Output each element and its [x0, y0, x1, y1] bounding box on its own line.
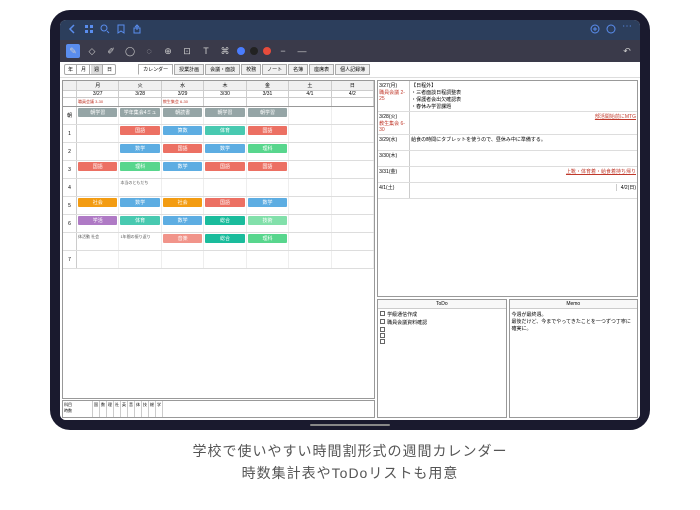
daily-list[interactable]: 3/27(月)職員会議 2-25【日程外】・三者面談日程調整表・保護者会出欠確認…	[377, 80, 638, 297]
color-blue[interactable]	[237, 47, 245, 55]
home-indicator[interactable]	[310, 424, 390, 426]
camera-tool[interactable]: ⊡	[180, 44, 194, 58]
settings-icon[interactable]	[606, 21, 616, 39]
view-switcher: 年月週日	[64, 64, 116, 75]
tablet-frame: ⋯ ✎ ◇ ✐ ◯ ◌ ⊕ ⊡ T ⌘ − — ↶ 年月週日 カレンダー授業計画…	[50, 10, 650, 430]
checkbox[interactable]	[380, 319, 385, 324]
back-icon[interactable]	[68, 21, 78, 39]
link-tool[interactable]: ⌘	[218, 44, 232, 58]
stats-table: 科目時数国数理社英音体技総学	[62, 400, 375, 418]
color-red[interactable]	[263, 47, 271, 55]
view-btn-月[interactable]: 月	[78, 65, 90, 74]
memo-panel[interactable]: Memo 今週が最終週。 最後だけど、今までやってきたことを一つずつ丁寧に確実に…	[509, 299, 638, 418]
checkbox[interactable]	[380, 333, 385, 338]
section-tabs: カレンダー授業計画会議・面談校務ノート名簿座席表個人記録簿	[138, 64, 370, 75]
todo-panel[interactable]: ToDo 学級通信作成職員会議資料確認	[377, 299, 506, 418]
add-icon[interactable]	[590, 21, 600, 39]
drawing-toolbar: ✎ ◇ ✐ ◯ ◌ ⊕ ⊡ T ⌘ − — ↶	[60, 40, 640, 62]
bookmark-icon[interactable]	[116, 21, 126, 39]
left-pane: 月火水木金土日 3/273/283/293/303/314/14/2 職員会議 …	[62, 80, 375, 418]
tab[interactable]: カレンダー	[138, 64, 173, 75]
caption-2: 時数集計表やToDoリストも用意	[0, 462, 700, 484]
shape-tool[interactable]: ◯	[123, 44, 137, 58]
highlighter-tool[interactable]: ✐	[104, 44, 118, 58]
image-tool[interactable]: ⊕	[161, 44, 175, 58]
screen: ⋯ ✎ ◇ ✐ ◯ ◌ ⊕ ⊡ T ⌘ − — ↶ 年月週日 カレンダー授業計画…	[60, 20, 640, 420]
text-tool[interactable]: T	[199, 44, 213, 58]
pen-tool[interactable]: ✎	[66, 44, 80, 58]
tab-row: 年月週日 カレンダー授業計画会議・面談校務ノート名簿座席表個人記録簿	[60, 62, 640, 78]
caption-1: 学校で使いやすい時間割形式の週間カレンダー	[0, 440, 700, 462]
memo-title: Memo	[510, 300, 637, 309]
undo-icon[interactable]: ↶	[620, 44, 634, 58]
close-icon[interactable]: ⋯	[622, 21, 632, 39]
grid-icon[interactable]	[84, 21, 94, 39]
checkbox[interactable]	[380, 311, 385, 316]
tab[interactable]: 校務	[241, 64, 261, 75]
main-split: 月火水木金土日 3/273/283/293/303/314/14/2 職員会議 …	[60, 78, 640, 420]
todo-title: ToDo	[378, 300, 505, 309]
minus-icon[interactable]: −	[276, 44, 290, 58]
right-pane: 3/27(月)職員会議 2-25【日程外】・三者面談日程調整表・保護者会出欠確認…	[377, 80, 638, 418]
content-area: 年月週日 カレンダー授業計画会議・面談校務ノート名簿座席表個人記録簿 月火水木金…	[60, 62, 640, 420]
tab[interactable]: 個人記録簿	[335, 64, 370, 75]
lasso-tool[interactable]: ◌	[142, 44, 156, 58]
app-titlebar: ⋯	[60, 20, 640, 40]
tab[interactable]: ノート	[262, 64, 287, 75]
tab[interactable]: 会議・面談	[205, 64, 240, 75]
share-icon[interactable]	[132, 21, 142, 39]
captions: 学校で使いやすい時間割形式の週間カレンダー 時数集計表やToDoリストも用意	[0, 440, 700, 485]
memo-text: 今週が最終週。 最後だけど、今までやってきたことを一つずつ丁寧に確実に。	[510, 309, 637, 417]
tab[interactable]: 名簿	[288, 64, 308, 75]
tab[interactable]: 授業計画	[174, 64, 204, 75]
checkbox[interactable]	[380, 339, 385, 344]
calendar-grid[interactable]: 月火水木金土日 3/273/283/293/303/314/14/2 職員会議 …	[62, 80, 375, 399]
view-btn-週[interactable]: 週	[91, 65, 103, 74]
tab[interactable]: 座席表	[309, 64, 334, 75]
line-icon[interactable]: —	[295, 44, 309, 58]
search-icon[interactable]	[100, 21, 110, 39]
view-btn-日[interactable]: 日	[104, 65, 115, 74]
eraser-tool[interactable]: ◇	[85, 44, 99, 58]
view-btn-年[interactable]: 年	[65, 65, 77, 74]
color-black[interactable]	[250, 47, 258, 55]
checkbox[interactable]	[380, 327, 385, 332]
